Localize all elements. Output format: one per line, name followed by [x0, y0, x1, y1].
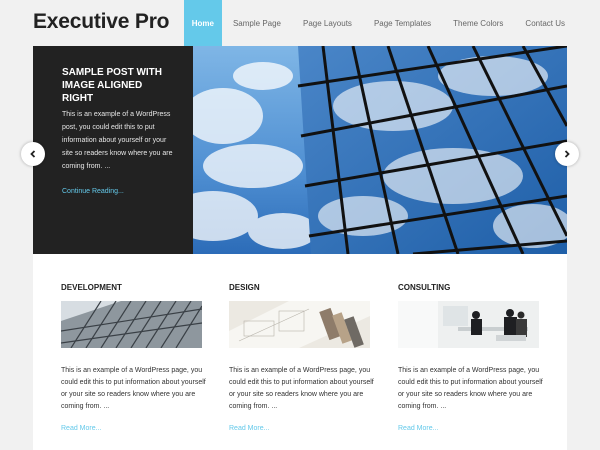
development-image[interactable] — [61, 301, 202, 348]
widget-title[interactable]: DEVELOPMENT — [61, 283, 122, 292]
chevron-left-icon — [30, 150, 36, 158]
nav-item-page-templates[interactable]: Page Templates — [363, 0, 442, 46]
widget-excerpt: This is an example of a WordPress page, … — [229, 367, 374, 410]
site-title[interactable]: Executive Pro — [33, 10, 170, 34]
continue-reading-link[interactable]: Continue Reading... — [62, 188, 124, 195]
slide-caption-panel: SAMPLE POST WITH IMAGE ALIGNED RIGHT Thi… — [33, 46, 193, 254]
chevron-right-icon — [564, 150, 570, 158]
nav-item-home[interactable]: Home — [183, 0, 222, 46]
main-nav: Home Sample Page Page Layouts Page Templ… — [183, 0, 576, 46]
home-middle-widgets: DEVELOPMENT This is an example of a Word… — [33, 254, 567, 450]
slider-next-button[interactable] — [555, 142, 579, 166]
slide-excerpt: This is an example of a WordPress post, … — [62, 111, 173, 170]
nav-item-page-layouts[interactable]: Page Layouts — [292, 0, 363, 46]
featured-slider: SAMPLE POST WITH IMAGE ALIGNED RIGHT Thi… — [33, 46, 567, 254]
widget-title[interactable]: DESIGN — [229, 283, 260, 292]
widget-excerpt: This is an example of a WordPress page, … — [398, 367, 543, 410]
read-more-link[interactable]: Read More... — [398, 425, 438, 432]
slide-title[interactable]: SAMPLE POST WITH IMAGE ALIGNED RIGHT — [62, 66, 174, 105]
read-more-link[interactable]: Read More... — [61, 425, 101, 432]
read-more-link[interactable]: Read More... — [229, 425, 269, 432]
consulting-image[interactable] — [398, 301, 539, 348]
slide-image[interactable] — [193, 46, 567, 254]
nav-item-theme-colors[interactable]: Theme Colors — [442, 0, 514, 46]
widget-excerpt: This is an example of a WordPress page, … — [61, 367, 206, 410]
widget-title[interactable]: CONSULTING — [398, 283, 450, 292]
design-image[interactable] — [229, 301, 370, 348]
site-header: Executive Pro Home Sample Page Page Layo… — [0, 0, 600, 46]
slider-prev-button[interactable] — [21, 142, 45, 166]
nav-item-contact-us[interactable]: Contact Us — [514, 0, 576, 46]
nav-item-sample-page[interactable]: Sample Page — [222, 0, 292, 46]
